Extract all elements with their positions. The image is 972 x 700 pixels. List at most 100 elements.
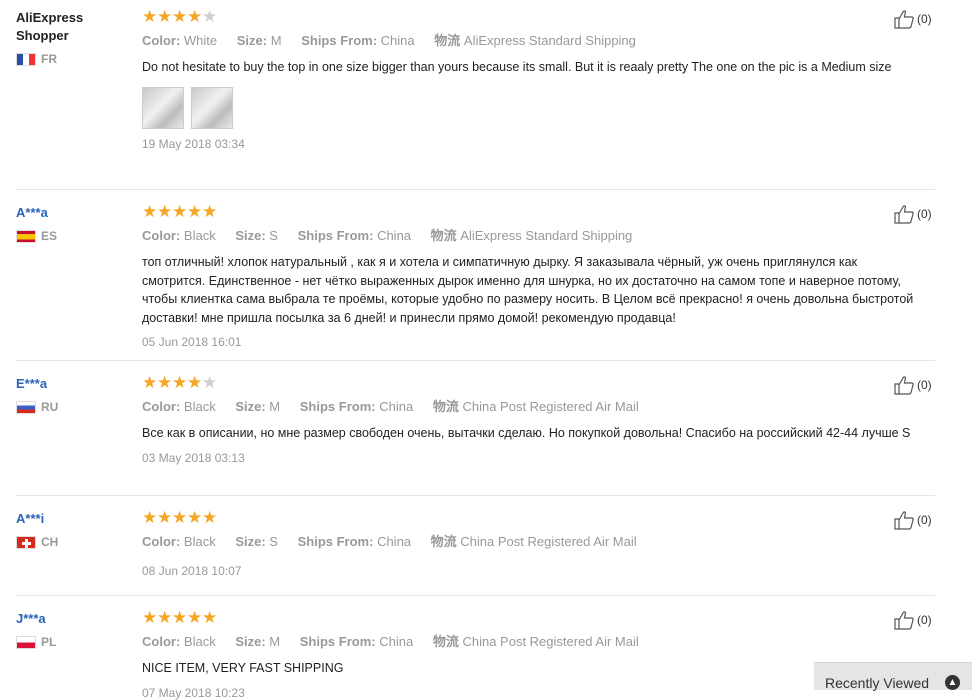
attr-logistics: 物流 AliExpress Standard Shipping [430,228,633,243]
attr-size: Size: M [235,399,281,414]
reviewer-info: AliExpress Shopper FR [16,9,126,66]
star-filled-icon: ★ [142,202,158,221]
attr-size: Size: S [235,228,278,243]
star-rating: ★ ★ ★ ★ ★ [142,7,922,26]
attr-logistics: 物流 China Post Registered Air Mail [430,534,637,549]
star-empty-icon: ★ [202,7,218,26]
helpful-button[interactable]: (0) [893,510,932,530]
review-divider [16,360,935,361]
thumbs-up-icon [894,611,914,630]
review-divider [16,189,935,190]
chevron-up-circle-icon: ▲ [945,675,960,690]
star-filled-icon: ★ [157,373,173,392]
star-filled-icon: ★ [187,202,203,221]
review-divider [16,495,935,496]
star-filled-icon: ★ [142,508,158,527]
star-filled-icon: ★ [187,508,203,527]
star-filled-icon: ★ [202,202,218,221]
flag-ru-icon [16,400,36,414]
reviewer-name[interactable]: J***a [16,610,126,628]
flag-pl-icon [16,635,36,649]
attr-ships-from: Ships From: China [299,399,414,414]
review-date: 19 May 2018 03:34 [142,136,245,151]
star-filled-icon: ★ [187,373,203,392]
review-body: ★ ★ ★ ★ ★ Color: White Size: M Ships From: C… [142,7,922,151]
flag-ch-icon [16,535,36,549]
reviewer-name[interactable]: A***a [16,204,126,222]
attr-color: Color: White [142,33,218,48]
star-filled-icon: ★ [172,608,188,627]
attr-size: Size: M [235,634,281,649]
order-attributes: Color: Black Size: M Ships From: China 物… [142,399,922,415]
star-filled-icon: ★ [172,508,188,527]
country-code: RU [41,400,59,414]
review-date: 07 May 2018 10:23 [142,685,245,700]
review-body: ★ ★ ★ ★ ★ Color: Black Size: M Ships From: C… [142,373,922,465]
helpful-count: (0) [917,613,932,627]
recently-viewed-label: Recently Viewed [825,675,930,691]
review-date: 08 Jun 2018 10:07 [142,564,242,578]
helpful-button[interactable]: (0) [893,610,932,630]
star-filled-icon: ★ [187,608,203,627]
review-body: ★ ★ ★ ★ ★ Color: Black Size: M Ships From: C… [142,608,922,700]
star-filled-icon: ★ [157,508,173,527]
review-photo-thumbnail[interactable] [142,86,184,129]
attr-size: Size: S [235,534,278,549]
helpful-button[interactable]: (0) [893,204,932,224]
reviewer-country: RU [16,400,126,414]
order-attributes: Color: White Size: M Ships From: China 物… [142,33,922,49]
review-body: ★ ★ ★ ★ ★ Color: Black Size: S Ships From: C… [142,508,922,578]
star-filled-icon: ★ [172,202,188,221]
attr-color: Color: Black [142,399,216,414]
review-text: топ отличный! хлопок натуральный , как я… [142,255,914,325]
star-rating: ★ ★ ★ ★ ★ [142,508,922,527]
star-filled-icon: ★ [142,373,158,392]
reviewer-name[interactable]: E***a [16,375,126,393]
star-rating: ★ ★ ★ ★ ★ [142,608,922,627]
reviewer-country: CH [16,535,126,549]
attr-color: Color: Black [142,634,216,649]
star-filled-icon: ★ [142,7,158,26]
review-text: NICE ITEM, VERY FAST SHIPPING [142,661,344,675]
review-photos [142,86,922,129]
order-attributes: Color: Black Size: M Ships From: China 物… [142,634,922,650]
helpful-button[interactable]: (0) [893,375,932,395]
reviewer-country: ES [16,229,126,243]
star-filled-icon: ★ [172,7,188,26]
star-filled-icon: ★ [157,202,173,221]
star-empty-icon: ★ [202,373,218,392]
thumbs-up-icon [894,10,914,29]
review-body: ★ ★ ★ ★ ★ Color: Black Size: S Ships From: C… [142,202,922,349]
attr-ships-from: Ships From: China [297,228,412,243]
attr-color: Color: Black [142,228,216,243]
helpful-count: (0) [917,513,932,527]
review-date: 05 Jun 2018 16:01 [142,335,242,349]
helpful-count: (0) [917,378,932,392]
thumbs-up-icon [894,376,914,395]
star-filled-icon: ★ [142,608,158,627]
order-attributes: Color: Black Size: S Ships From: China 物… [142,534,922,550]
star-filled-icon: ★ [202,608,218,627]
attr-color: Color: Black [142,534,216,549]
attr-ships-from: Ships From: China [301,33,415,48]
star-filled-icon: ★ [187,7,203,26]
thumbs-up-icon [894,511,914,530]
review-photo-thumbnail[interactable] [191,86,233,129]
star-filled-icon: ★ [172,373,188,392]
helpful-count: (0) [917,12,932,26]
attr-logistics: 物流 AliExpress Standard Shipping [434,33,636,48]
reviewer-name: AliExpress Shopper [16,10,84,43]
reviewer-info: E***a RU [16,375,126,414]
review-date: 03 May 2018 03:13 [142,450,245,465]
country-code: CH [41,535,59,549]
country-code: PL [41,635,57,649]
reviewer-info: A***i CH [16,510,126,549]
recently-viewed-tab[interactable]: Recently Viewed ▲ [814,662,972,691]
reviewer-info: A***a ES [16,204,126,243]
star-filled-icon: ★ [157,7,173,26]
helpful-button[interactable]: (0) [893,9,932,29]
thumbs-up-icon [894,205,914,224]
helpful-count: (0) [917,207,932,221]
star-filled-icon: ★ [202,508,218,527]
reviewer-name[interactable]: A***i [16,510,126,528]
